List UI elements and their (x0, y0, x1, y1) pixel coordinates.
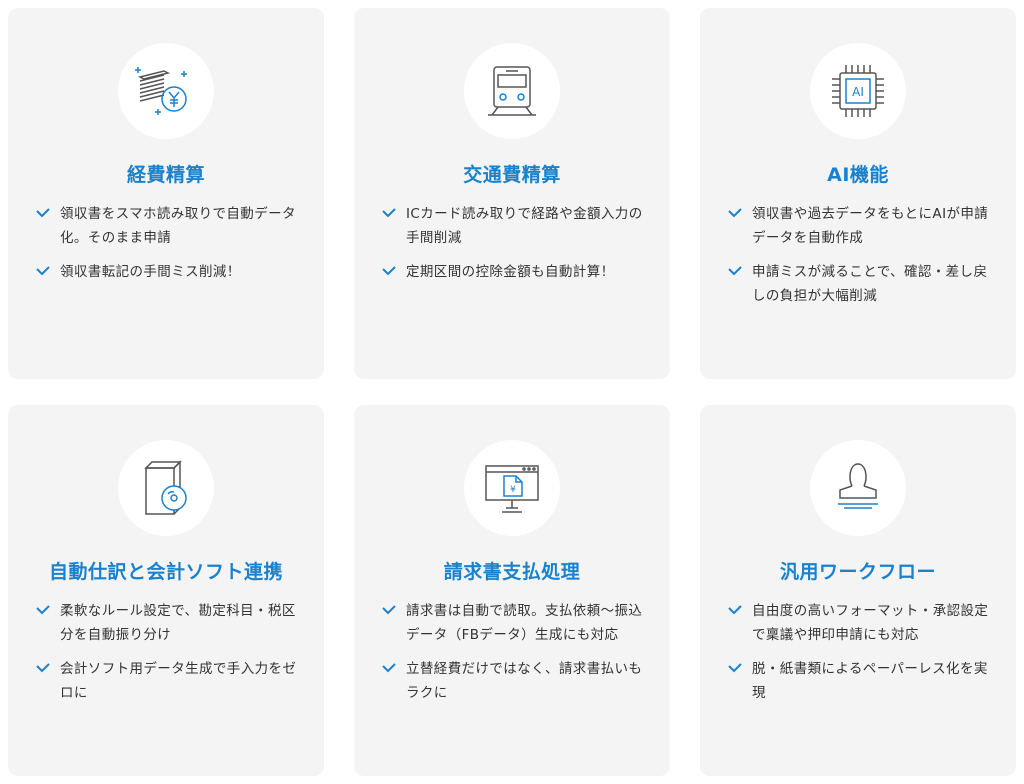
feature-card-workflow: 汎用ワークフロー 自由度の高いフォーマット・承認設定で稟議や押印申請にも対応 脱… (700, 405, 1016, 776)
check-icon (36, 605, 50, 615)
list-item-text: 柔軟なルール設定で、勘定科目・税区分を自動振り分け (60, 603, 296, 643)
check-icon (36, 208, 50, 218)
check-icon (36, 266, 50, 276)
check-icon (382, 208, 396, 218)
list-item-text: 自由度の高いフォーマット・承認設定で稟議や押印申請にも対応 (752, 603, 989, 643)
check-icon (728, 605, 742, 615)
icon-circle: ¥ (464, 440, 560, 536)
check-icon (728, 266, 742, 276)
list-item: 申請ミスが減ることで、確認・差し戻しの負担が大幅削減 (728, 260, 996, 308)
list-item: 定期区間の控除金額も自動計算！ (382, 260, 650, 284)
list-item-text: 申請ミスが減ることで、確認・差し戻しの負担が大幅削減 (752, 264, 988, 304)
chip-label: AI (852, 85, 864, 99)
software-box-icon (144, 460, 187, 515)
list-item-text: 定期区間の控除金額も自動計算！ (406, 264, 615, 280)
card-title: 請求書支払処理 (443, 561, 581, 583)
list-item-text: 立替経費だけではなく、請求書払いもラクに (406, 661, 643, 701)
list-item-text: ICカード読み取りで経路や金額入力の手間削減 (406, 206, 643, 246)
card-title: 自動仕訳と会計ソフト連携 (48, 561, 283, 583)
icon-circle: AI (810, 43, 906, 139)
list-item-text: 領収書をスマホ読み取りで自動データ化。そのまま申請 (60, 206, 296, 246)
check-icon (382, 663, 396, 673)
feature-card-accounting: 自動仕訳と会計ソフト連携 柔軟なルール設定で、勘定科目・税区分を自動振り分け 会… (8, 405, 324, 776)
list-item: 立替経費だけではなく、請求書払いもラクに (382, 657, 650, 705)
feature-list: 請求書は自動で読取。支払依頼～振込データ（FBデータ）生成にも対応 立替経費だけ… (382, 599, 650, 715)
feature-card-expense: 経費精算 領収書をスマホ読み取りで自動データ化。そのまま申請 領収書転記の手間ミ… (8, 8, 324, 379)
icon-circle (118, 440, 214, 536)
check-icon (728, 208, 742, 218)
train-icon (488, 66, 536, 116)
check-icon (36, 663, 50, 673)
list-item: 脱・紙書類によるペーパーレス化を実現 (728, 657, 996, 705)
invoice-monitor-icon: ¥ (485, 465, 539, 513)
list-item: 自由度の高いフォーマット・承認設定で稟議や押印申請にも対応 (728, 599, 996, 647)
icon-circle (118, 43, 214, 139)
feature-list: ICカード読み取りで経路や金額入力の手間削減 定期区間の控除金額も自動計算！ (382, 202, 650, 294)
feature-grid: 経費精算 領収書をスマホ読み取りで自動データ化。そのまま申請 領収書転記の手間ミ… (0, 0, 1024, 784)
list-item-text: 会計ソフト用データ生成で手入力をゼロに (60, 661, 297, 701)
feature-list: 領収書をスマホ読み取りで自動データ化。そのまま申請 領収書転記の手間ミス削減！ (36, 202, 304, 294)
card-title: 経費精算 (126, 164, 205, 186)
card-title: AI機能 (827, 164, 889, 186)
icon-circle (464, 43, 560, 139)
list-item: 会計ソフト用データ生成で手入力をゼロに (36, 657, 304, 705)
check-icon (382, 266, 396, 276)
check-icon (382, 605, 396, 615)
list-item-text: 領収書や過去データをもとにAIが申請データを自動作成 (752, 206, 989, 246)
feature-card-invoice: ¥ 請求書支払処理 請求書は自動で読取。支払依頼～振込データ（FBデータ）生成に… (354, 405, 670, 776)
receipt-yen-icon (135, 67, 187, 115)
list-item-text: 脱・紙書類によるペーパーレス化を実現 (752, 661, 988, 701)
list-item-text: 領収書転記の手間ミス削減！ (60, 264, 241, 280)
card-title: 汎用ワークフロー (779, 561, 936, 583)
feature-list: 柔軟なルール設定で、勘定科目・税区分を自動振り分け 会計ソフト用データ生成で手入… (36, 599, 304, 715)
feature-card-ai: AI AI機能 領収書や過去データをもとにAIが申請データを自動作成 申請ミスが… (700, 8, 1016, 379)
feature-list: 自由度の高いフォーマット・承認設定で稟議や押印申請にも対応 脱・紙書類によるペー… (728, 599, 996, 715)
icon-circle (810, 440, 906, 536)
stamp-icon (838, 463, 878, 509)
list-item: 請求書は自動で読取。支払依頼～振込データ（FBデータ）生成にも対応 (382, 599, 650, 647)
feature-card-transport: 交通費精算 ICカード読み取りで経路や金額入力の手間削減 定期区間の控除金額も自… (354, 8, 670, 379)
list-item-text: 請求書は自動で読取。支払依頼～振込データ（FBデータ）生成にも対応 (406, 603, 643, 643)
feature-list: 領収書や過去データをもとにAIが申請データを自動作成 申請ミスが減ることで、確認… (728, 202, 996, 318)
ai-chip-icon: AI (832, 65, 884, 117)
card-title: 交通費精算 (463, 164, 561, 186)
list-item: 領収書や過去データをもとにAIが申請データを自動作成 (728, 202, 996, 250)
monitor-label: ¥ (510, 485, 516, 495)
list-item: 柔軟なルール設定で、勘定科目・税区分を自動振り分け (36, 599, 304, 647)
list-item: ICカード読み取りで経路や金額入力の手間削減 (382, 202, 650, 250)
list-item: 領収書転記の手間ミス削減！ (36, 260, 304, 284)
list-item: 領収書をスマホ読み取りで自動データ化。そのまま申請 (36, 202, 304, 250)
check-icon (728, 663, 742, 673)
